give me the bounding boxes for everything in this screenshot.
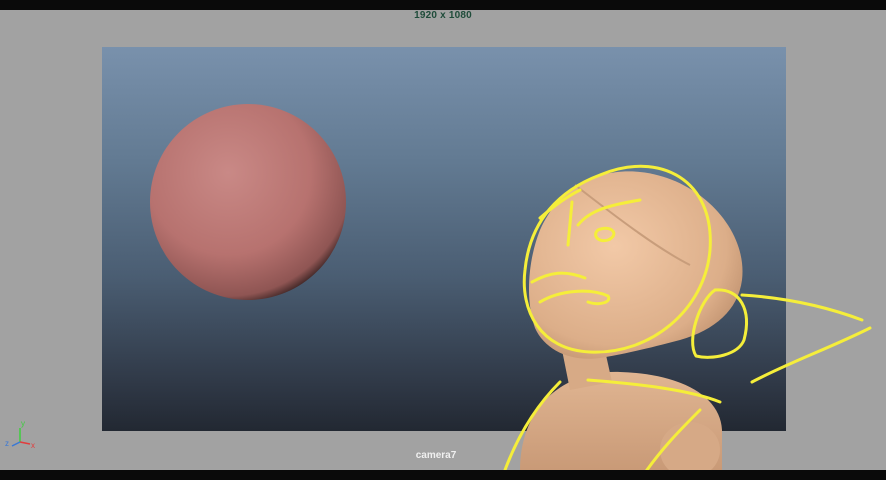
axis-y-label: y — [21, 419, 25, 428]
character-model[interactable] — [520, 171, 743, 470]
sphere-object[interactable] — [150, 104, 346, 300]
viewport-scene[interactable] — [0, 10, 886, 470]
axis-gizmo: y x z — [5, 419, 35, 450]
3d-viewport[interactable]: 1920 x 1080 y x z camera7 — [0, 10, 886, 470]
axis-z-label: z — [5, 439, 9, 448]
axis-x-label: x — [31, 441, 35, 450]
viewport-bottom-bar — [0, 470, 886, 480]
viewport-top-bar — [0, 0, 886, 10]
camera-name-label: camera7 — [415, 450, 457, 461]
